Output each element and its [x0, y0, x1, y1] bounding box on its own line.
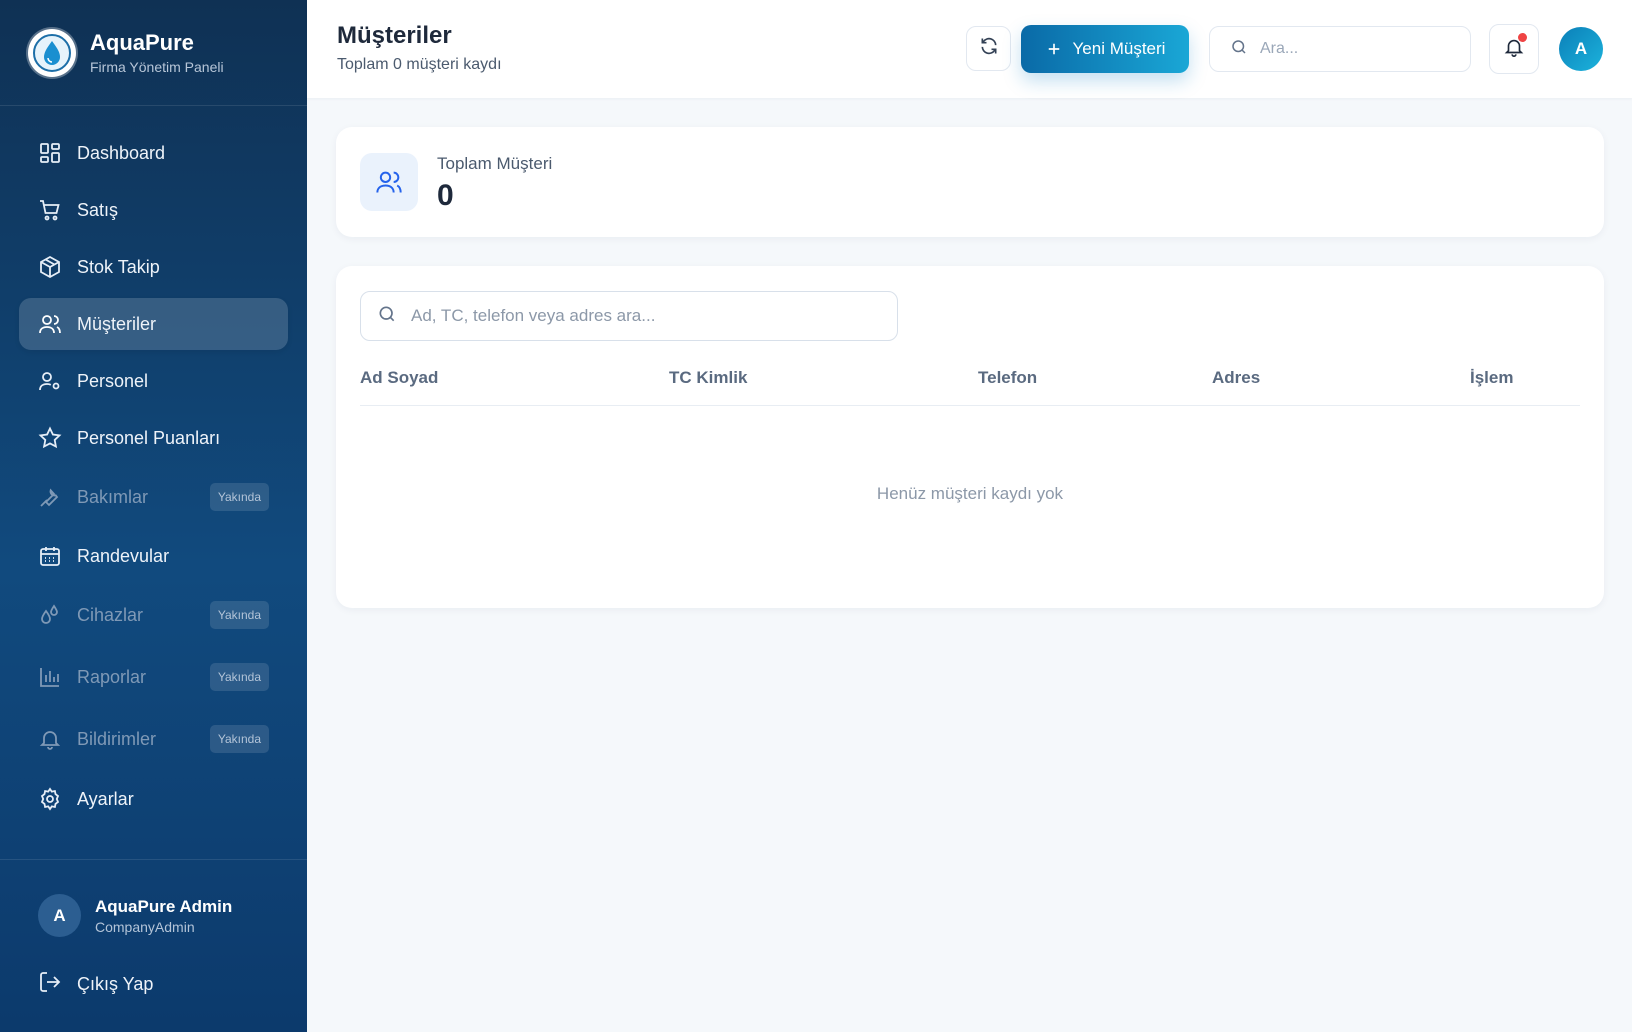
new-customer-button[interactable]: Yeni Müşteri: [1021, 25, 1189, 73]
sidebar-item-customers[interactable]: Müşteriler: [19, 298, 288, 350]
notification-dot: [1518, 33, 1527, 42]
sidebar-footer: A AquaPure Admin CompanyAdmin Çıkış Yap: [0, 859, 307, 1032]
logout-icon: [38, 970, 62, 999]
cart-icon: [38, 198, 62, 222]
brand-subtitle: Firma Yönetim Paneli: [90, 59, 224, 75]
sidebar-item-notifications[interactable]: Bildirimler Yakında: [19, 713, 288, 765]
sidebar-item-stock[interactable]: Stok Takip: [19, 241, 288, 293]
search-input[interactable]: Ara...: [1209, 26, 1471, 72]
brand: AquaPure Firma Yönetim Paneli: [0, 0, 307, 106]
box-icon: [38, 255, 62, 279]
sidebar-item-maintenance[interactable]: Bakımlar Yakında: [19, 471, 288, 523]
column-header-name[interactable]: Ad Soyad: [360, 368, 438, 388]
sidebar-item-label: Cihazlar: [77, 604, 144, 625]
sidebar-item-appointments[interactable]: Randevular: [19, 530, 288, 582]
sidebar-item-label: Personel: [77, 370, 149, 391]
sidebar-item-label: Randevular: [77, 545, 170, 566]
empty-state-message: Henüz müşteri kaydı yok: [876, 484, 1064, 503]
sidebar-item-label: Bildirimler: [77, 728, 157, 749]
gear-icon: [38, 787, 62, 811]
coming-soon-badge: Yakında: [209, 483, 269, 511]
sidebar-item-label: Stok Takip: [77, 256, 160, 277]
search-icon: [1230, 38, 1248, 61]
user-name: AquaPure Admin: [95, 896, 233, 916]
droplets-icon: [38, 603, 62, 627]
wrench-icon: [38, 485, 62, 509]
logout-button[interactable]: Çıkış Yap: [38, 970, 153, 999]
notifications-button[interactable]: [1489, 24, 1539, 74]
users-icon: [360, 153, 418, 211]
column-header-phone[interactable]: Telefon: [978, 368, 1037, 388]
search-placeholder: Ara...: [1260, 40, 1299, 57]
new-customer-label: Yeni Müşteri: [1072, 39, 1166, 58]
coming-soon-badge: Yakında: [209, 663, 269, 691]
sidebar-item-label: Müşteriler: [77, 313, 157, 334]
page-title: Müşteriler: [337, 22, 452, 49]
dashboard-icon: [38, 141, 62, 165]
search-icon: [377, 304, 397, 329]
customer-search-placeholder: Ad, TC, telefon veya adres ara...: [411, 306, 656, 325]
sidebar-item-reports[interactable]: Raporlar Yakında: [19, 651, 288, 703]
sidebar-item-label: Raporlar: [77, 666, 147, 687]
coming-soon-badge: Yakında: [209, 725, 269, 753]
total-customers-card: Toplam Müşteri 0: [336, 127, 1604, 237]
sidebar-item-sales[interactable]: Satış: [19, 184, 288, 236]
sidebar: AquaPure Firma Yönetim Paneli Dashboard …: [0, 0, 307, 1032]
aquapure-logo[interactable]: [28, 28, 76, 77]
sidebar-item-devices[interactable]: Cihazlar Yakında: [19, 589, 288, 641]
sidebar-item-dashboard[interactable]: Dashboard: [19, 127, 288, 179]
stat-label: Toplam Müşteri: [437, 154, 553, 173]
customers-table-card: Ad, TC, telefon veya adres ara... Ad Soy…: [336, 266, 1604, 608]
logout-label: Çıkış Yap: [77, 974, 154, 994]
brand-title: AquaPure: [90, 30, 194, 55]
sidebar-item-staff-ratings[interactable]: Personel Puanları: [19, 412, 288, 464]
column-header-tc[interactable]: TC Kimlik: [669, 368, 747, 388]
sidebar-item-settings[interactable]: Ayarlar: [19, 773, 288, 825]
sidebar-item-label: Bakımlar: [77, 486, 149, 507]
bar-chart-icon: [38, 665, 62, 689]
column-header-address[interactable]: Adres: [1212, 368, 1260, 388]
refresh-icon: [979, 36, 999, 61]
sidebar-item-label: Ayarlar: [77, 788, 134, 809]
customer-search-input[interactable]: Ad, TC, telefon veya adres ara...: [360, 291, 898, 341]
plus-icon: [1045, 40, 1063, 58]
sidebar-item-label: Satış: [77, 199, 119, 220]
avatar: A: [38, 894, 81, 937]
refresh-button[interactable]: [966, 26, 1011, 71]
sidebar-item-staff[interactable]: Personel: [19, 355, 288, 407]
sidebar-item-label: Dashboard: [77, 142, 166, 163]
star-icon: [38, 426, 62, 450]
table-header: Ad Soyad TC Kimlik Telefon Adres İşlem: [360, 366, 1580, 406]
bell-icon: [38, 727, 62, 751]
user-role: CompanyAdmin: [95, 918, 195, 935]
sidebar-item-label: Personel Puanları: [77, 427, 221, 448]
header-avatar[interactable]: A: [1559, 27, 1603, 71]
users-icon: [38, 312, 62, 336]
calendar-icon: [38, 544, 62, 568]
coming-soon-badge: Yakında: [209, 601, 269, 629]
top-header: Müşteriler Toplam 0 müşteri kaydı Yeni M…: [307, 0, 1632, 98]
user-gear-icon: [38, 369, 62, 393]
page-subtitle: Toplam 0 müşteri kaydı: [337, 56, 502, 73]
stat-value: 0: [437, 179, 454, 212]
user-profile[interactable]: A AquaPure Admin CompanyAdmin: [38, 894, 232, 937]
column-header-action: İşlem: [1470, 368, 1514, 387]
